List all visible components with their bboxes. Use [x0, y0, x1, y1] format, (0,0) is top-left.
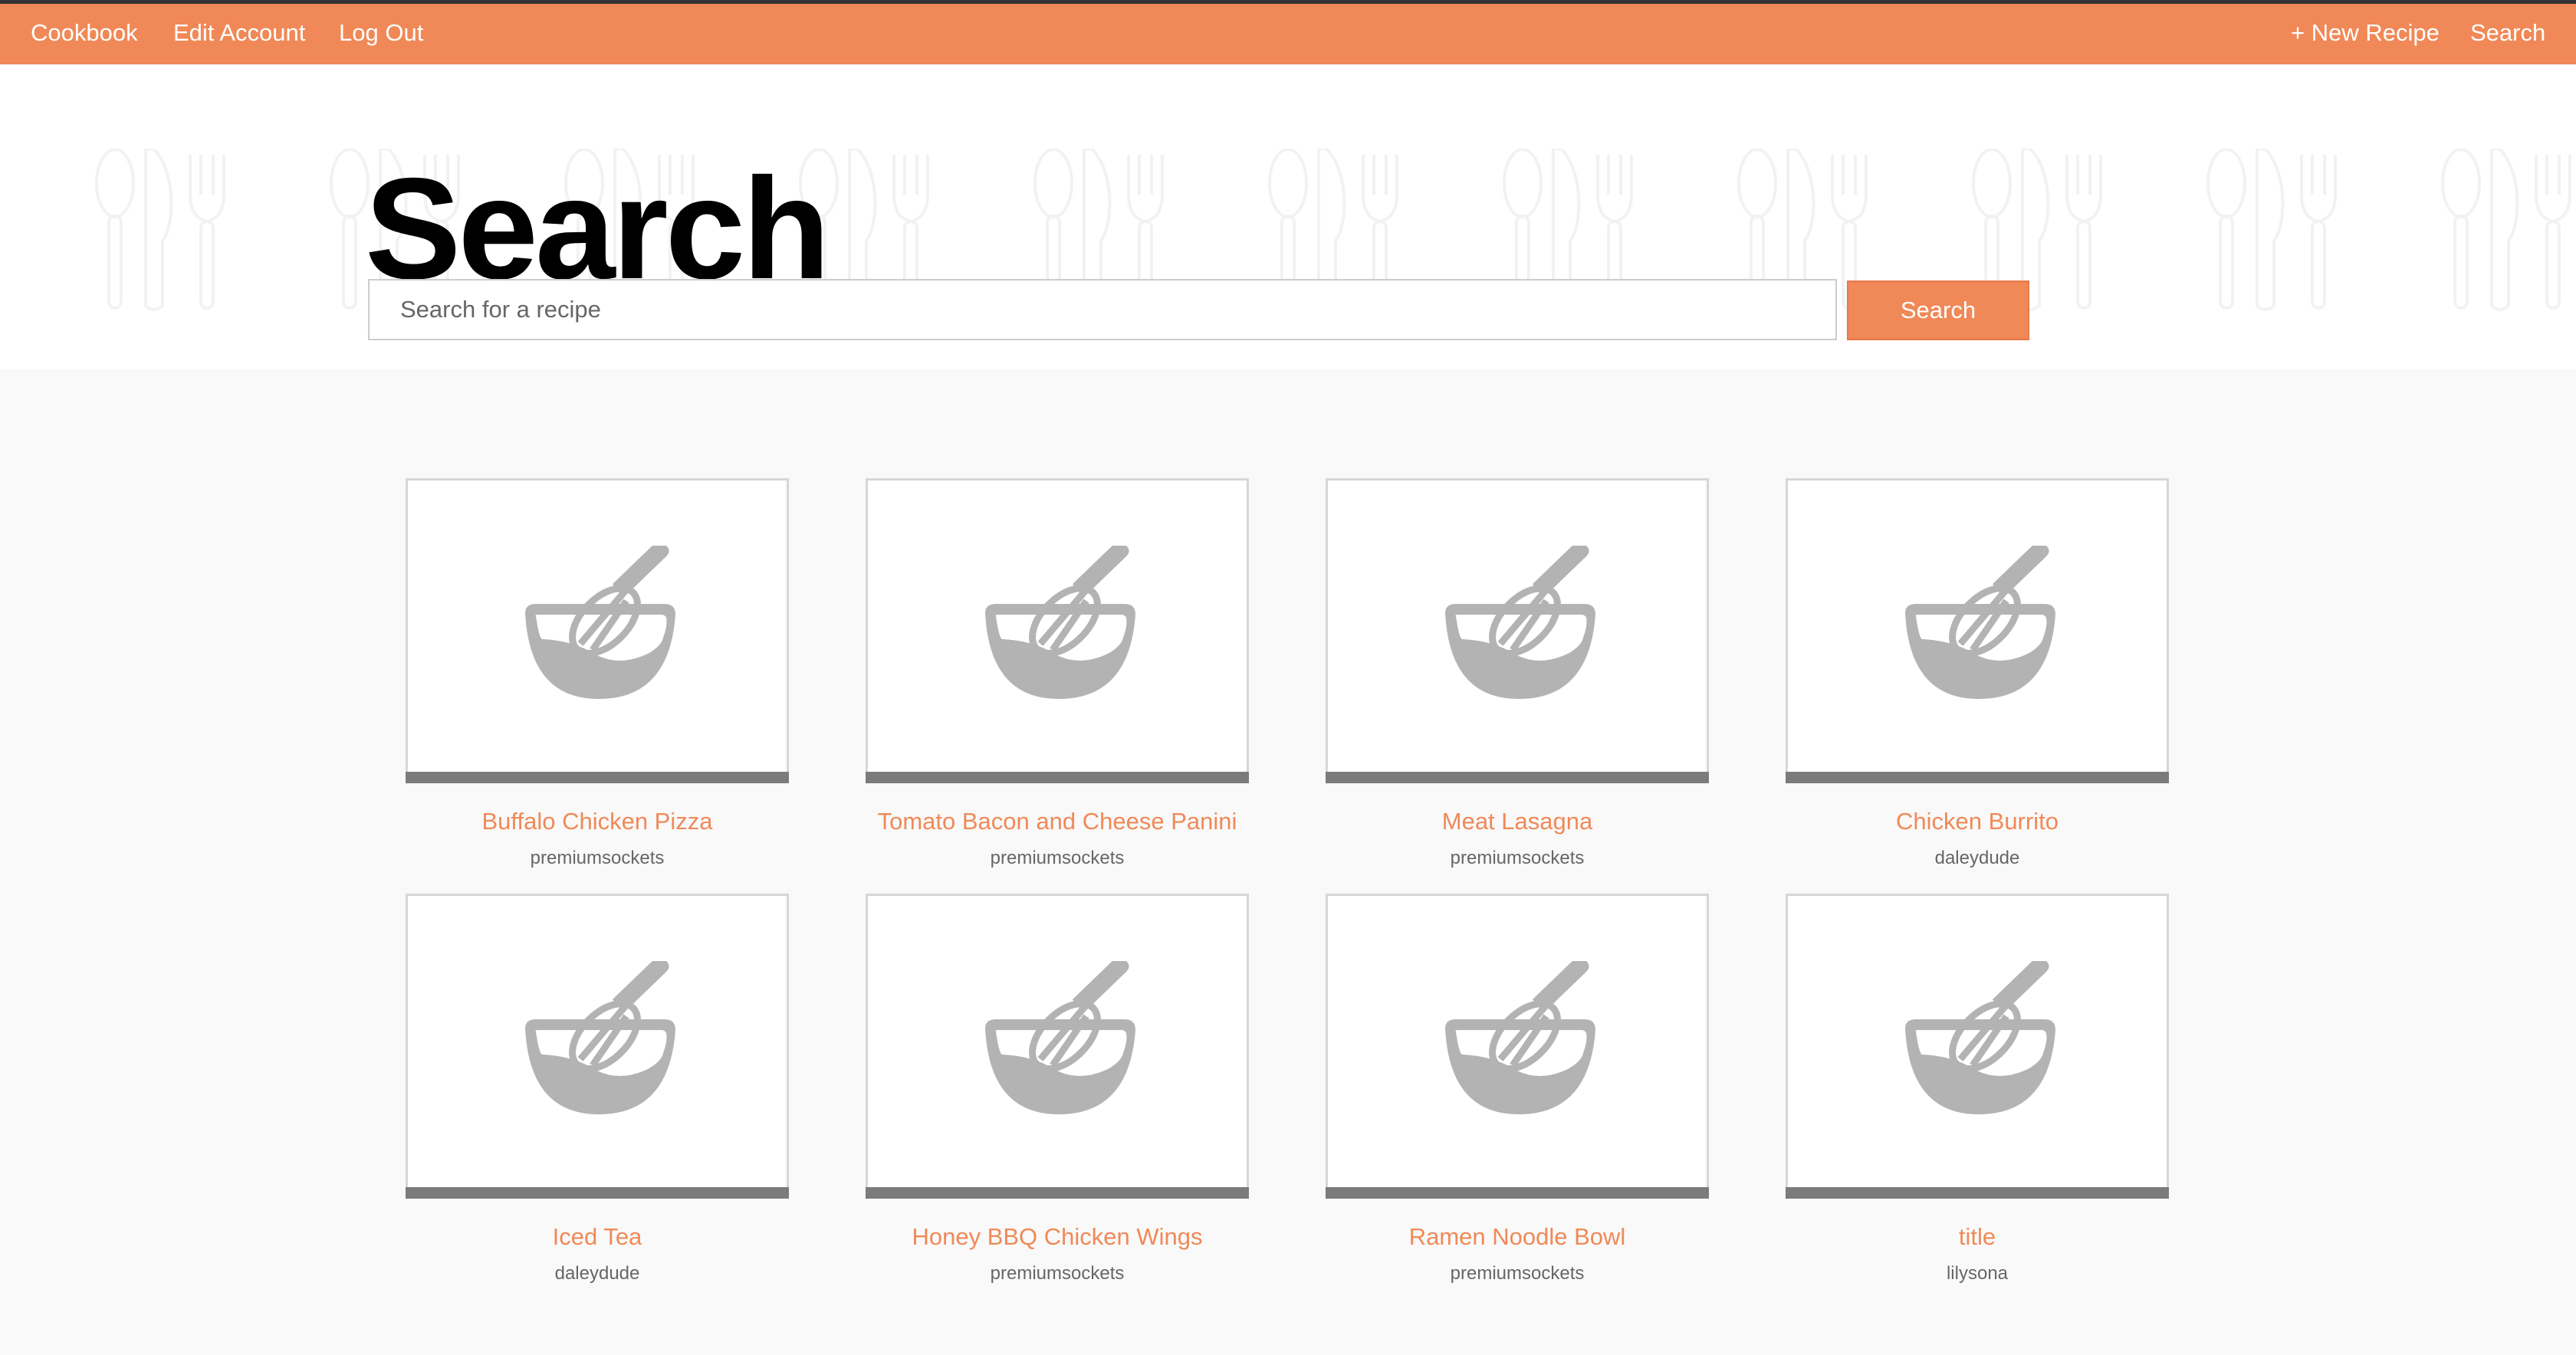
top-nav: Cookbook Edit Account Log Out + New Reci…	[0, 4, 2576, 64]
search-hero: Search Search	[0, 64, 2576, 369]
whisk-bowl-icon	[985, 546, 1135, 699]
recipe-image[interactable]	[406, 894, 789, 1199]
recipe-card[interactable]: Iced Tea daleydude	[406, 894, 789, 1284]
nav-cookbook[interactable]: Cookbook	[31, 19, 138, 47]
nav-search[interactable]: Search	[2470, 19, 2545, 47]
image-bottom-bar	[1786, 772, 2169, 783]
image-bottom-bar	[1326, 772, 1709, 783]
whisk-bowl-icon	[1905, 961, 2055, 1114]
recipe-author: daleydude	[554, 1263, 640, 1284]
image-bottom-bar	[1326, 1187, 1709, 1199]
recipe-image[interactable]	[1786, 478, 2169, 783]
recipe-image[interactable]	[406, 478, 789, 783]
image-bottom-bar	[1786, 1187, 2169, 1199]
recipe-author: premiumsockets	[990, 1263, 1125, 1284]
recipe-name[interactable]: Honey BBQ Chicken Wings	[866, 1223, 1249, 1251]
recipe-name[interactable]: Ramen Noodle Bowl	[1326, 1223, 1709, 1251]
recipe-card[interactable]: title lilysona	[1786, 894, 2169, 1284]
recipe-card[interactable]: Ramen Noodle Bowl premiumsockets	[1326, 894, 1709, 1284]
recipe-name[interactable]: Tomato Bacon and Cheese Panini	[866, 808, 1249, 835]
whisk-bowl-icon	[985, 961, 1135, 1114]
recipe-image[interactable]	[866, 478, 1249, 783]
recipe-image[interactable]	[1326, 894, 1709, 1199]
whisk-bowl-icon	[1445, 546, 1595, 699]
recipe-image[interactable]	[1786, 894, 2169, 1199]
whisk-bowl-icon	[1445, 961, 1595, 1114]
whisk-bowl-icon	[1905, 546, 2055, 699]
recipe-author: premiumsockets	[530, 848, 665, 868]
recipe-name[interactable]: Iced Tea	[406, 1223, 789, 1251]
recipe-card[interactable]: Tomato Bacon and Cheese Panini premiumso…	[866, 478, 1249, 869]
image-bottom-bar	[866, 1187, 1249, 1199]
nav-log-out[interactable]: Log Out	[339, 19, 423, 47]
nav-new-recipe[interactable]: + New Recipe	[2291, 19, 2440, 47]
whisk-bowl-icon	[525, 961, 675, 1114]
recipe-author: premiumsockets	[1450, 1263, 1585, 1284]
recipe-image[interactable]	[866, 894, 1249, 1199]
recipe-name[interactable]: title	[1786, 1223, 2169, 1251]
image-bottom-bar	[866, 772, 1249, 783]
recipe-name[interactable]: Chicken Burrito	[1786, 808, 2169, 835]
recipe-author: premiumsockets	[990, 848, 1125, 868]
search-input[interactable]	[368, 279, 1837, 340]
search-button[interactable]: Search	[1847, 281, 2029, 340]
whisk-bowl-icon	[525, 546, 675, 699]
recipe-name[interactable]: Meat Lasagna	[1326, 808, 1709, 835]
recipe-card[interactable]: Meat Lasagna premiumsockets	[1326, 478, 1709, 869]
recipe-card[interactable]: Chicken Burrito daleydude	[1786, 478, 2169, 869]
recipe-author: daleydude	[1934, 848, 2020, 868]
recipe-author: premiumsockets	[1450, 848, 1585, 868]
recipe-card[interactable]: Honey BBQ Chicken Wings premiumsockets	[866, 894, 1249, 1284]
nav-edit-account[interactable]: Edit Account	[173, 19, 305, 47]
recipe-name[interactable]: Buffalo Chicken Pizza	[406, 808, 789, 835]
recipe-author: lilysona	[1946, 1263, 2009, 1284]
recipe-card[interactable]: Buffalo Chicken Pizza premiumsockets	[406, 478, 789, 869]
image-bottom-bar	[406, 1187, 789, 1199]
recipe-image[interactable]	[1326, 478, 1709, 783]
image-bottom-bar	[406, 772, 789, 783]
